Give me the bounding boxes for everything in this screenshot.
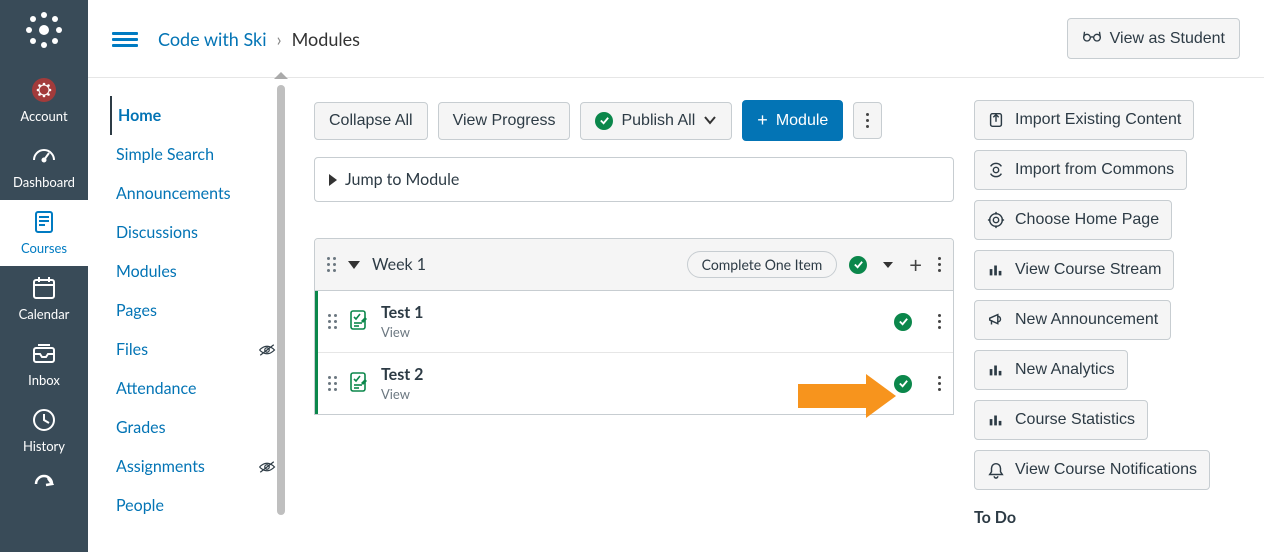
global-nav-label: History [23,438,65,454]
module-card: Week 1 Complete One Item + [314,238,954,415]
quiz-icon [349,371,369,396]
breadcrumb-separator: › [277,28,282,50]
view-progress-button[interactable]: View Progress [438,102,571,140]
import-icon [987,111,1005,129]
drag-handle-icon[interactable] [328,376,337,391]
inbox-icon [30,340,58,368]
item-kebab-menu[interactable] [938,314,941,329]
module-kebab-menu[interactable] [938,257,941,272]
import-existing-content-button[interactable]: Import Existing Content [974,100,1194,140]
bar-chart-icon [987,261,1005,279]
quiz-icon [349,309,369,334]
breadcrumb: Code with Ski › Modules [158,28,360,50]
module-header[interactable]: Week 1 Complete One Item + [315,239,953,291]
global-nav-label: Inbox [28,372,60,388]
jump-to-module[interactable]: Jump to Module [314,157,954,202]
megaphone-icon [987,311,1005,329]
bell-icon [987,461,1005,479]
commons-icon [987,161,1005,179]
kebab-icon [866,113,869,128]
topbar: Code with Ski › Modules View as Student [88,0,1264,78]
breadcrumb-current: Modules [292,28,360,50]
module-item-title: Test 2 [381,365,882,384]
new-announcement-button[interactable]: New Announcement [974,300,1171,340]
commons-arrow-icon [30,472,58,500]
module-item-subtitle: View [381,386,882,402]
module-requirement-pill: Complete One Item [687,251,838,278]
course-nav-discussions[interactable]: Discussions [110,213,280,252]
add-item-button[interactable]: + [909,254,922,276]
course-nav-grades[interactable]: Grades [110,408,280,447]
global-nav-dashboard[interactable]: Dashboard [0,134,88,200]
global-nav-history[interactable]: History [0,398,88,464]
choose-home-page-button[interactable]: Choose Home Page [974,200,1172,240]
published-check-icon [595,112,613,130]
course-nav-files[interactable]: Files [110,330,280,369]
module-options-button[interactable] [853,102,882,139]
module-item[interactable]: Test 1 View [318,291,953,353]
global-nav-label: Dashboard [13,174,75,190]
courses-icon [30,208,58,236]
publish-all-button[interactable]: Publish All [580,102,732,140]
module-item-title: Test 1 [381,303,882,322]
hidden-eye-icon [258,343,276,357]
global-nav-account[interactable]: Account [0,68,88,134]
module-published-icon[interactable] [849,256,867,274]
bar-chart-icon [987,411,1005,429]
module-item[interactable]: Test 2 View [318,353,953,414]
global-nav-label: Account [20,108,67,124]
course-nav-toggle[interactable] [112,29,138,49]
todo-heading: To Do [974,508,1242,527]
item-published-icon[interactable] [894,375,912,393]
global-nav: Account Dashboard Courses Calendar [0,0,88,552]
bar-chart-icon [987,361,1005,379]
add-module-button[interactable]: + Module [742,100,843,141]
course-statistics-button[interactable]: Course Statistics [974,400,1148,440]
main-content: Collapse All View Progress Publish All +… [288,78,974,555]
course-nav: Home Simple Search Announcements Discuss… [88,78,288,555]
module-title: Week 1 [372,255,426,274]
global-nav-label: Courses [21,240,67,256]
item-published-icon[interactable] [894,313,912,331]
view-as-student-button[interactable]: View as Student [1067,18,1240,59]
course-nav-attendance[interactable]: Attendance [110,369,280,408]
triangle-right-icon [329,174,337,186]
publish-menu-caret-icon[interactable] [883,262,893,268]
target-icon [987,211,1005,229]
breadcrumb-course[interactable]: Code with Ski [158,28,267,50]
course-nav-modules[interactable]: Modules [110,252,280,291]
course-nav-announcements[interactable]: Announcements [110,174,280,213]
global-nav-more[interactable] [0,464,88,504]
calendar-icon [30,274,58,302]
drag-handle-icon[interactable] [328,314,337,329]
course-nav-home[interactable]: Home [110,96,280,135]
module-item-subtitle: View [381,324,882,340]
item-kebab-menu[interactable] [938,376,941,391]
new-analytics-button[interactable]: New Analytics [974,350,1128,390]
account-icon [30,76,58,104]
global-nav-calendar[interactable]: Calendar [0,266,88,332]
view-course-notifications-button[interactable]: View Course Notifications [974,450,1210,490]
collapse-toggle-icon[interactable] [348,261,360,269]
right-sidebar: Import Existing Content Import from Comm… [974,78,1264,555]
course-nav-assignments[interactable]: Assignments [110,447,280,486]
glasses-icon [1082,29,1102,48]
view-course-stream-button[interactable]: View Course Stream [974,250,1174,290]
import-from-commons-button[interactable]: Import from Commons [974,150,1187,190]
course-nav-pages[interactable]: Pages [110,291,280,330]
global-nav-courses[interactable]: Courses [0,200,88,266]
history-icon [30,406,58,434]
collapse-all-button[interactable]: Collapse All [314,102,428,140]
course-nav-people[interactable]: People [110,486,280,525]
chevron-down-icon [703,112,717,130]
course-nav-simple-search[interactable]: Simple Search [110,135,280,174]
plus-icon: + [757,110,768,131]
drag-handle-icon[interactable] [327,257,336,272]
dashboard-icon [30,142,58,170]
global-nav-label: Calendar [19,306,70,322]
global-nav-inbox[interactable]: Inbox [0,332,88,398]
hidden-eye-icon [258,460,276,474]
scroll-up-icon [274,72,288,79]
canvas-logo-icon [24,10,64,50]
